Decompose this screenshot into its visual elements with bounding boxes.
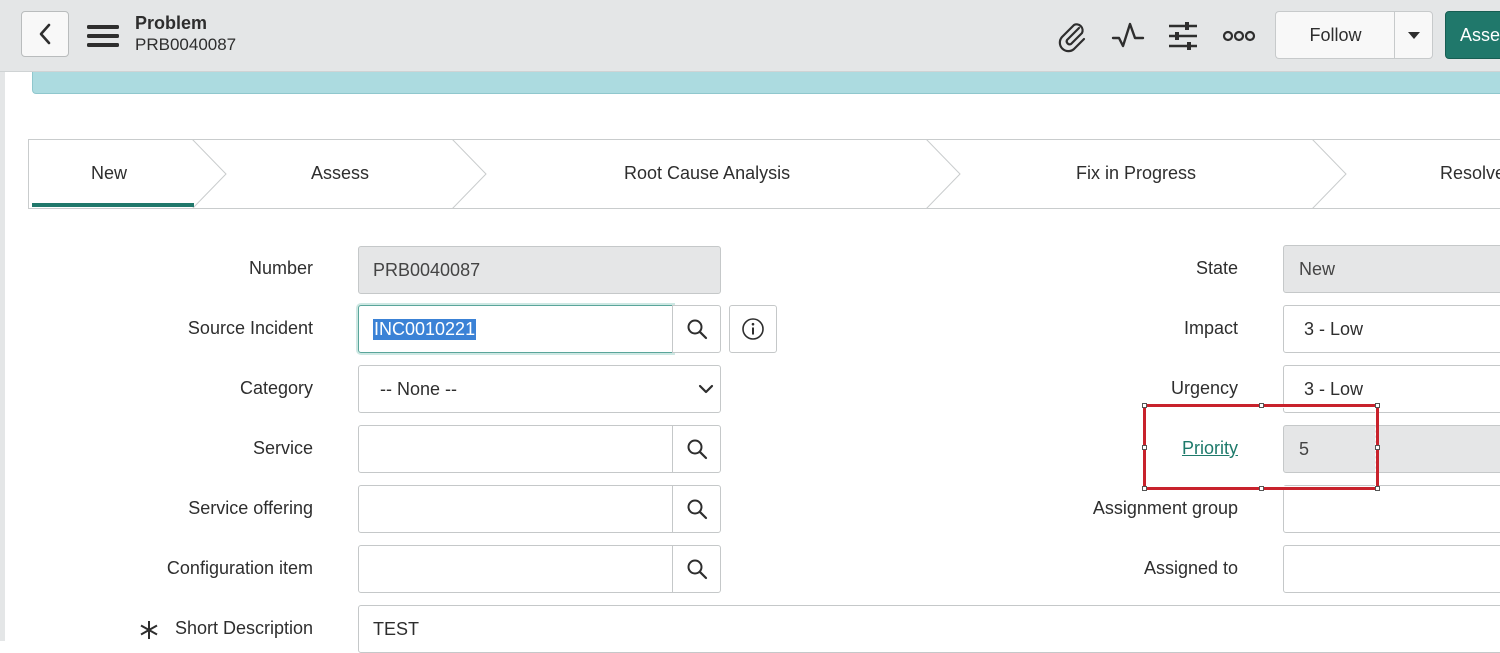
form-header: Problem PRB0040087 Follow Asse [0,0,1500,72]
state-field: New [1283,245,1500,293]
flow-stage-new[interactable]: New [91,163,127,184]
info-banner [32,72,1500,94]
flow-stage-root-cause-analysis[interactable]: Root Cause Analysis [624,163,790,184]
category-label: Category [239,378,313,398]
state-label: State [1195,258,1238,278]
service-label: Service [252,438,313,458]
attachment-button[interactable] [1055,19,1089,53]
paperclip-icon [1058,23,1086,53]
impact-value: 3 - Low [1304,318,1364,339]
activity-stream-button[interactable] [1111,19,1145,53]
activity-pulse-icon [1111,22,1145,48]
record-number: PRB0040087 [135,35,237,54]
more-options-button[interactable] [1222,19,1256,53]
service-offering-input[interactable] [358,485,673,533]
impact-select[interactable]: 3 - Low [1283,305,1500,353]
short-description-label: Short Description [174,618,313,638]
impact-label: Impact [1183,318,1238,338]
flow-stage-fix-in-progress[interactable]: Fix in Progress [1076,163,1196,184]
caret-down-icon [1407,32,1420,39]
follow-button[interactable]: Follow [1275,11,1395,59]
back-arrow-icon [39,23,51,45]
service-lookup-button[interactable] [672,425,721,473]
resize-handle [1375,403,1380,408]
resize-handle [1259,486,1264,491]
record-title-block: Problem PRB0040087 [135,13,236,55]
assigned-to-input[interactable] [1283,545,1500,593]
number-label: Number [248,258,313,278]
source-incident-value: INC0010221 [373,318,477,340]
follow-dropdown-button[interactable] [1394,11,1433,59]
flow-stage-assess[interactable]: Assess [311,163,369,184]
resize-handle [1259,403,1264,408]
urgency-label: Urgency [1170,378,1238,398]
resize-handle [1375,445,1380,450]
service-input[interactable] [358,425,673,473]
active-stage-indicator [32,203,194,207]
assignment-group-label: Assignment group [1092,498,1238,518]
category-select[interactable]: -- None -- [358,365,721,413]
priority-highlight-box [1142,403,1380,491]
page-title: Problem [135,13,208,33]
number-value: PRB0040087 [373,259,481,280]
configuration-item-label: Configuration item [166,558,313,578]
assigned-to-label: Assigned to [1143,558,1238,578]
back-button[interactable] [21,11,69,57]
sliders-icon [1169,22,1197,50]
search-icon [687,439,707,460]
resize-handle [1142,445,1147,450]
assess-button[interactable]: Assess [1445,11,1500,59]
state-value: New [1299,258,1336,279]
configuration-item-lookup-button[interactable] [672,545,721,593]
info-icon [742,318,764,340]
more-options-icon [1222,30,1256,42]
search-icon [687,559,707,580]
flow-stage-resolve[interactable]: Resolve [1440,163,1500,184]
source-incident-lookup-button[interactable] [672,305,721,353]
process-flow: New Assess Root Cause Analysis Fix in Pr… [28,139,1500,209]
assignment-group-input[interactable] [1283,485,1500,533]
configuration-item-input[interactable] [358,545,673,593]
resize-handle [1142,403,1147,408]
chevron-down-icon [698,384,714,394]
short-description-input[interactable]: TEST [358,605,1500,653]
search-icon [687,319,707,340]
urgency-value: 3 - Low [1304,378,1364,399]
category-value: -- None -- [380,378,458,399]
mandatory-asterisk-icon [140,621,158,639]
service-offering-label: Service offering [188,498,313,518]
resize-handle [1142,486,1147,491]
hamburger-menu-icon[interactable] [87,24,119,48]
source-incident-input[interactable]: INC0010221 [358,305,673,353]
service-offering-lookup-button[interactable] [672,485,721,533]
short-description-value: TEST [373,618,420,639]
source-incident-info-button[interactable] [729,305,777,353]
personalize-form-button[interactable] [1166,19,1200,53]
number-field: PRB0040087 [358,246,721,294]
search-icon [687,499,707,520]
source-incident-label: Source Incident [187,318,313,338]
left-rail [0,72,5,641]
resize-handle [1375,486,1380,491]
